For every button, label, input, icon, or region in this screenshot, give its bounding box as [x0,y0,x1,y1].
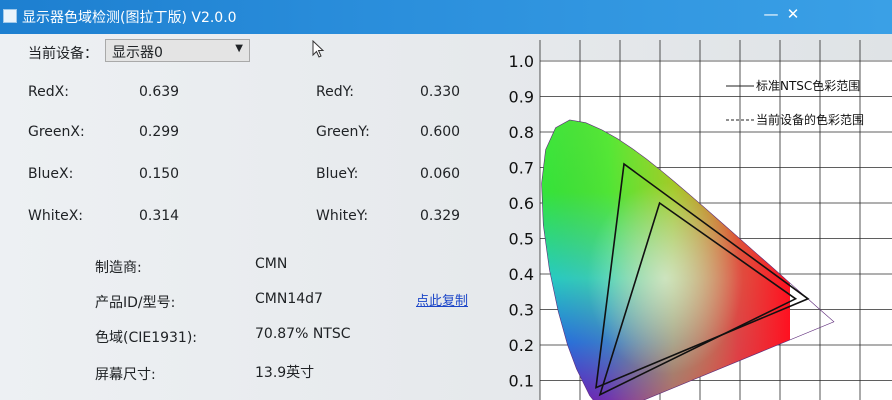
legend-device-label: 当前设备的色彩范围 [756,112,864,127]
white-y-value: 0.329 [420,208,461,224]
green-x-label: GreenX: [28,124,85,140]
device-label: 当前设备： [28,46,98,62]
red-y-label: RedY: [316,84,355,100]
gamut-value: 70.87% NTSC [255,326,351,342]
blue-y-label: BlueY: [316,166,359,182]
maker-value: CMN [255,256,288,272]
red-x-label: RedX: [28,84,69,100]
model-label: 产品ID/型号: [95,295,176,311]
y-tick-label: 0.2 [509,336,534,355]
white-y-label: WhiteY: [316,208,369,224]
model-value: CMN14d7 [255,291,323,307]
y-tick-label: 1.0 [509,52,534,71]
white-x-value: 0.314 [139,208,180,224]
y-tick-label: 0.6 [509,194,534,213]
screen-size-label: 屏幕尺寸: [95,367,156,383]
y-tick-label: 0.4 [509,265,534,284]
y-tick-label: 0.3 [509,301,534,320]
chevron-down-icon: ▼ [235,43,243,54]
device-select-value: 显示器0 [112,45,163,61]
cie-gamut-chart: 0.1 0.2 0.3 0.4 0.5 0.6 0.7 0.8 0.9 1.0 标准NTSC色彩范… [509,40,892,400]
maker-label: 制造商: [95,260,142,276]
legend-ntsc-label: 标准NTSC色彩范围 [756,79,860,93]
y-tick-label: 0.7 [509,159,534,178]
device-select[interactable]: 显示器0 ▼ [105,39,250,62]
blue-x-label: BlueX: [28,166,74,182]
green-x-value: 0.299 [139,124,180,140]
green-y-label: GreenY: [316,124,370,140]
gamut-label: 色域(CIE1931): [95,330,198,346]
mouse-cursor-icon [312,40,325,58]
window-title: 显示器色域检测(图拉丁版) V2.0.0 [22,10,237,26]
screen-size-value: 13.9英寸 [255,365,315,381]
y-tick-label: 0.9 [509,88,534,107]
title-bar: 显示器色域检测(图拉丁版) V2.0.0 — ✕ [0,0,892,34]
green-y-value: 0.600 [420,124,461,140]
copy-link[interactable]: 点此复制 [416,290,468,309]
red-x-value: 0.639 [139,84,180,100]
blue-y-value: 0.060 [420,166,461,182]
close-button[interactable]: ✕ [780,4,806,24]
y-axis-ticks: 0.1 0.2 0.3 0.4 0.5 0.6 0.7 0.8 0.9 1.0 [509,52,534,391]
y-tick-label: 0.8 [509,123,534,142]
red-y-value: 0.330 [420,84,461,100]
y-tick-label: 0.5 [509,230,534,249]
app-icon [3,9,17,23]
white-x-label: WhiteX: [28,208,84,224]
y-tick-label: 0.1 [509,372,534,391]
blue-x-value: 0.150 [139,166,180,182]
